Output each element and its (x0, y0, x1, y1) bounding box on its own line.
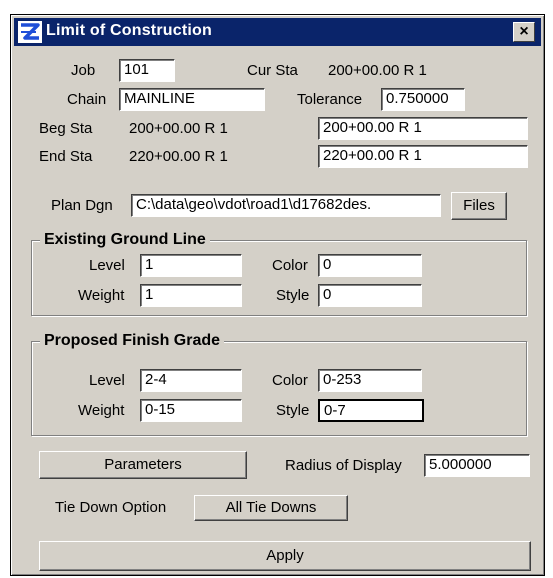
existing-style-input[interactable]: 0 (318, 284, 422, 307)
proposed-style-input[interactable]: 0-7 (318, 399, 424, 422)
existing-ground-title: Existing Ground Line (40, 230, 210, 250)
chain-input[interactable]: MAINLINE (119, 88, 265, 111)
radius-label: Radius of Display (285, 457, 402, 474)
cur-sta-label: Cur Sta (247, 62, 298, 79)
end-sta-label: End Sta (39, 148, 93, 165)
close-icon: × (519, 23, 529, 40)
tolerance-label: Tolerance (297, 91, 363, 108)
existing-style-label: Style (276, 287, 310, 304)
proposed-level-label: Level (89, 372, 125, 389)
radius-input[interactable]: 5.000000 (424, 454, 530, 477)
tolerance-input[interactable]: 0.750000 (381, 88, 465, 111)
existing-weight-input[interactable]: 1 (140, 284, 242, 307)
proposed-grade-title: Proposed Finish Grade (40, 331, 225, 351)
existing-weight-label: Weight (78, 287, 125, 304)
existing-level-label: Level (89, 257, 125, 274)
job-label: Job (71, 62, 96, 79)
limit-of-construction-dialog: Limit of Construction × Job 101 Cur Sta … (10, 14, 545, 576)
beg-sta-input[interactable]: 200+00.00 R 1 (318, 117, 528, 140)
tie-down-label: Tie Down Option (55, 499, 167, 516)
apply-button[interactable]: Apply (39, 541, 531, 571)
proposed-weight-input[interactable]: 0-15 (140, 399, 242, 422)
tie-down-dropdown[interactable]: All Tie Downs (194, 495, 348, 521)
proposed-color-label: Color (272, 372, 308, 389)
end-sta-value: 220+00.00 R 1 (129, 148, 228, 165)
plan-dgn-input[interactable]: C:\data\geo\vdot\road1\d17682des. (131, 194, 441, 217)
existing-color-input[interactable]: 0 (318, 254, 422, 277)
proposed-grade-group: Proposed Finish Grade Level 2-4 Color 0-… (31, 331, 527, 436)
proposed-style-label: Style (276, 402, 310, 419)
parameters-button[interactable]: Parameters (39, 451, 247, 479)
window-title: Limit of Construction (46, 22, 212, 39)
proposed-level-input[interactable]: 2-4 (140, 369, 242, 392)
existing-color-label: Color (272, 257, 308, 274)
beg-sta-label: Beg Sta (39, 120, 93, 137)
plan-dgn-label: Plan Dgn (51, 197, 113, 214)
chain-label: Chain (67, 91, 107, 108)
files-button[interactable]: Files (451, 192, 507, 220)
beg-sta-value: 200+00.00 R 1 (129, 120, 228, 137)
end-sta-input[interactable]: 220+00.00 R 1 (318, 145, 528, 168)
existing-level-input[interactable]: 1 (140, 254, 242, 277)
title-bar[interactable]: Limit of Construction × (14, 18, 541, 46)
proposed-weight-label: Weight (78, 402, 125, 419)
app-logo-icon (18, 21, 42, 43)
existing-ground-group: Existing Ground Line Level 1 Color 0 Wei… (31, 230, 527, 316)
job-input[interactable]: 101 (119, 59, 175, 82)
proposed-color-input[interactable]: 0-253 (318, 369, 422, 392)
close-button[interactable]: × (513, 22, 535, 42)
cur-sta-value: 200+00.00 R 1 (328, 62, 427, 79)
